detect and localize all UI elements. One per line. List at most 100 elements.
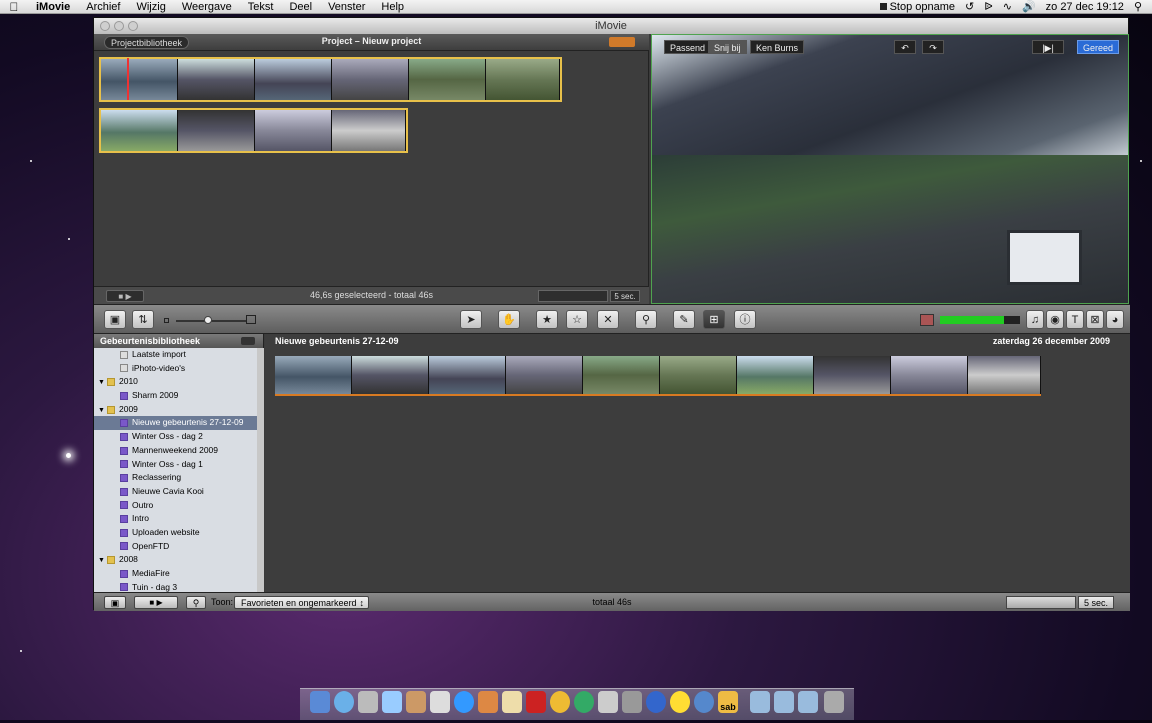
event-item[interactable]: Reclassering — [94, 471, 263, 485]
app-icon[interactable] — [598, 691, 618, 713]
clip-frame[interactable] — [409, 59, 486, 100]
hand-icon[interactable]: ✋ — [498, 310, 520, 329]
swap-icon[interactable]: ⇅ — [132, 310, 154, 329]
clip-frame[interactable] — [178, 110, 255, 151]
event-folder[interactable]: ▼ 2010 — [94, 375, 263, 389]
clip-frame[interactable] — [660, 356, 737, 394]
close-button[interactable] — [100, 21, 110, 31]
event-item[interactable]: Intro — [94, 512, 263, 526]
app-icon[interactable] — [550, 691, 570, 713]
camera-icon[interactable]: ▣ — [104, 310, 126, 329]
bluetooth-icon[interactable]: ᐉ — [984, 0, 992, 13]
clip-frame[interactable] — [429, 356, 506, 394]
photo-icon[interactable]: ◉ — [1046, 310, 1064, 329]
app-icon[interactable] — [670, 691, 690, 713]
event-library-scrollbar[interactable] — [257, 348, 264, 592]
eyedropper-icon[interactable]: ✎ — [673, 310, 695, 329]
project-clip-row-1[interactable] — [99, 57, 562, 102]
app-icon[interactable] — [622, 691, 642, 713]
event-item[interactable]: Laatste import — [94, 348, 263, 362]
viewer[interactable]: Passend Snij bij Ken Burns ↶ ↷ |▶| Geree… — [651, 34, 1129, 304]
done-button[interactable]: Gereed — [1077, 40, 1120, 54]
project-menu-icon[interactable] — [609, 37, 635, 47]
wifi-icon[interactable]: ∿ — [1003, 0, 1012, 13]
clip-frame[interactable] — [255, 59, 332, 100]
project-zoom-value[interactable]: 5 sec. — [610, 290, 640, 302]
app-icon[interactable] — [646, 691, 666, 713]
ken-burns-button[interactable]: Ken Burns — [750, 40, 805, 54]
stop-recording-item[interactable]: Stop opname — [879, 1, 955, 13]
zoom-button[interactable] — [128, 21, 138, 31]
menu-venster[interactable]: Venster — [320, 0, 373, 14]
volume-icon[interactable]: 🔊 — [1022, 0, 1036, 13]
project-area[interactable] — [94, 51, 649, 286]
clip-frame[interactable] — [101, 110, 178, 151]
transition-icon[interactable]: ⊠ — [1086, 310, 1104, 329]
folder-icon[interactable] — [750, 691, 770, 713]
clip-frame[interactable] — [814, 356, 891, 394]
event-folder[interactable]: ▼ 2008 — [94, 553, 263, 567]
app-icon[interactable] — [406, 691, 426, 713]
play-preview-icon[interactable]: |▶| — [1032, 40, 1064, 54]
event-zoom-value[interactable]: 5 sec. — [1078, 596, 1114, 609]
playhead[interactable] — [127, 58, 129, 100]
disclosure-triangle-icon[interactable]: ▼ — [98, 554, 107, 568]
eject-icon[interactable] — [241, 337, 255, 345]
safari-icon[interactable] — [334, 691, 354, 713]
minimize-button[interactable] — [114, 21, 124, 31]
disclosure-triangle-icon[interactable]: ▼ — [98, 404, 107, 418]
arrow-icon[interactable]: ➤ — [460, 310, 482, 329]
menu-app[interactable]: iMovie — [28, 0, 78, 14]
menu-deel[interactable]: Deel — [281, 0, 320, 14]
clip-frame[interactable] — [891, 356, 968, 394]
spotlight-icon[interactable]: ⚲ — [1134, 0, 1142, 13]
voiceover-icon[interactable] — [920, 314, 934, 326]
event-item[interactable]: Winter Oss - dag 1 — [94, 458, 263, 472]
event-item[interactable]: Sharm 2009 — [94, 389, 263, 403]
event-item[interactable]: Nieuwe gebeurtenis 27-12-09 — [94, 416, 263, 431]
crop-icon[interactable]: ⊞ — [703, 310, 725, 329]
music-icon[interactable]: ♫ — [1026, 310, 1044, 329]
timemachine-icon[interactable]: ↺ — [965, 0, 974, 13]
clip-frame[interactable] — [486, 59, 560, 100]
fit-button[interactable]: Passend — [664, 40, 712, 54]
menu-archief[interactable]: Archief — [78, 0, 128, 14]
event-item[interactable]: MediaFire — [94, 567, 263, 581]
rotate-right-icon[interactable]: ↷ — [922, 40, 944, 54]
app-icon[interactable] — [478, 691, 498, 713]
clip-frame[interactable] — [332, 59, 409, 100]
event-browser[interactable]: Nieuwe gebeurtenis 27-12-09 zaterdag 26 … — [265, 334, 1130, 592]
folder-icon[interactable] — [798, 691, 818, 713]
event-item[interactable]: Mannenweekend 2009 — [94, 444, 263, 458]
event-clip[interactable] — [275, 356, 1041, 396]
sab-icon[interactable]: sab — [718, 691, 738, 713]
menu-tekst[interactable]: Tekst — [240, 0, 282, 14]
event-item[interactable]: iPhoto-video's — [94, 362, 263, 376]
title-icon[interactable]: T — [1066, 310, 1084, 329]
app-icon[interactable] — [574, 691, 594, 713]
menu-weergave[interactable]: Weergave — [174, 0, 240, 14]
event-item[interactable]: OpenFTD — [94, 540, 263, 554]
app-icon[interactable] — [430, 691, 450, 713]
trash-icon[interactable] — [824, 691, 844, 713]
finder-icon[interactable] — [310, 691, 330, 713]
menu-wijzig[interactable]: Wijzig — [128, 0, 173, 14]
clip-frame[interactable] — [352, 356, 429, 394]
clip-frame[interactable] — [178, 59, 255, 100]
app-icon[interactable] — [694, 691, 714, 713]
info-icon[interactable]: ⓘ — [734, 310, 756, 329]
event-zoom-slider[interactable] — [1006, 596, 1076, 609]
disclosure-triangle-icon[interactable]: ▼ — [98, 376, 107, 390]
event-folder[interactable]: ▼ 2009 — [94, 403, 263, 417]
app-icon[interactable] — [502, 691, 522, 713]
event-item[interactable]: Tuin - dag 3 — [94, 581, 263, 592]
folder-icon[interactable] — [774, 691, 794, 713]
project-clip-row-2[interactable] — [99, 108, 408, 153]
apple-icon[interactable]:  — [0, 0, 28, 14]
app-icon[interactable] — [526, 691, 546, 713]
clip-frame[interactable] — [332, 110, 406, 151]
clip-frame[interactable] — [275, 356, 352, 394]
event-item[interactable]: Winter Oss - dag 2 — [94, 430, 263, 444]
star-icon[interactable]: ★ — [536, 310, 558, 329]
app-icon[interactable] — [382, 691, 402, 713]
